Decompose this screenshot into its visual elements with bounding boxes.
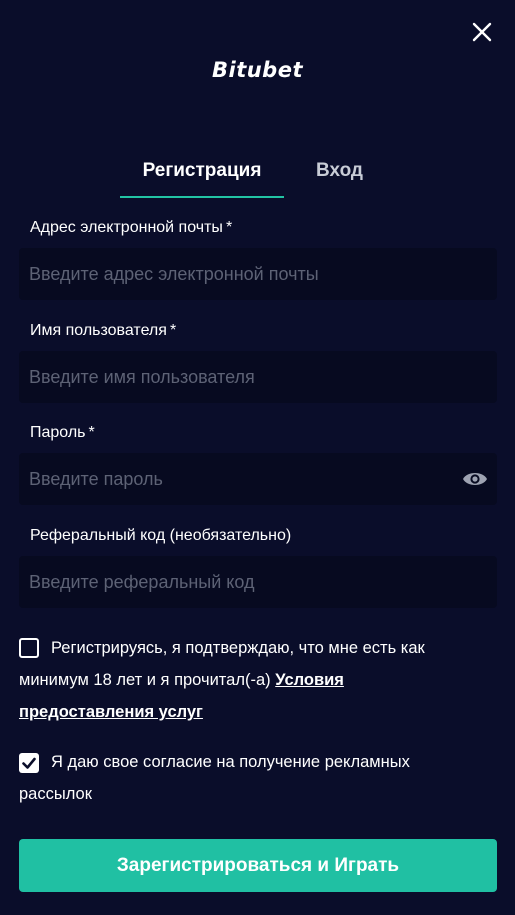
tab-registration[interactable]: Регистрация: [120, 160, 284, 182]
required-mark: *: [225, 219, 233, 236]
auth-tabs: Регистрация Вход: [0, 160, 515, 200]
password-label: Пароль *: [30, 424, 95, 442]
username-label: Имя пользователя *: [30, 322, 176, 340]
active-tab-indicator: [120, 196, 284, 198]
password-input[interactable]: [19, 453, 497, 505]
email-label: Адрес электронной почты *: [30, 219, 232, 237]
eye-icon[interactable]: [462, 469, 488, 489]
email-label-text: Адрес электронной почты: [30, 219, 223, 236]
username-input[interactable]: [19, 351, 497, 403]
email-input[interactable]: [19, 248, 497, 300]
required-mark: *: [169, 322, 177, 339]
referral-input[interactable]: [19, 556, 497, 608]
tab-login[interactable]: Вход: [316, 160, 363, 182]
referral-label-text: Реферальный код (необязательно): [30, 527, 292, 544]
age-consent-label: Регистрируясь, я подтверждаю, что мне ес…: [19, 639, 425, 689]
logo-text: Bitubet: [211, 58, 303, 82]
close-icon[interactable]: [468, 18, 496, 46]
referral-label: Реферальный код (необязательно): [30, 527, 291, 545]
marketing-consent-text: Я даю свое согласие на получение рекламн…: [19, 746, 479, 810]
age-consent-text: Регистрируясь, я подтверждаю, что мне ес…: [19, 632, 479, 728]
required-mark: *: [88, 424, 95, 441]
password-label-text: Пароль: [30, 424, 86, 441]
marketing-consent-label: Я даю свое согласие на получение рекламн…: [19, 753, 410, 803]
brand-logo: Bitubet: [0, 58, 515, 82]
register-and-play-button[interactable]: Зарегистрироваться и Играть: [19, 839, 497, 892]
username-label-text: Имя пользователя: [30, 322, 167, 339]
